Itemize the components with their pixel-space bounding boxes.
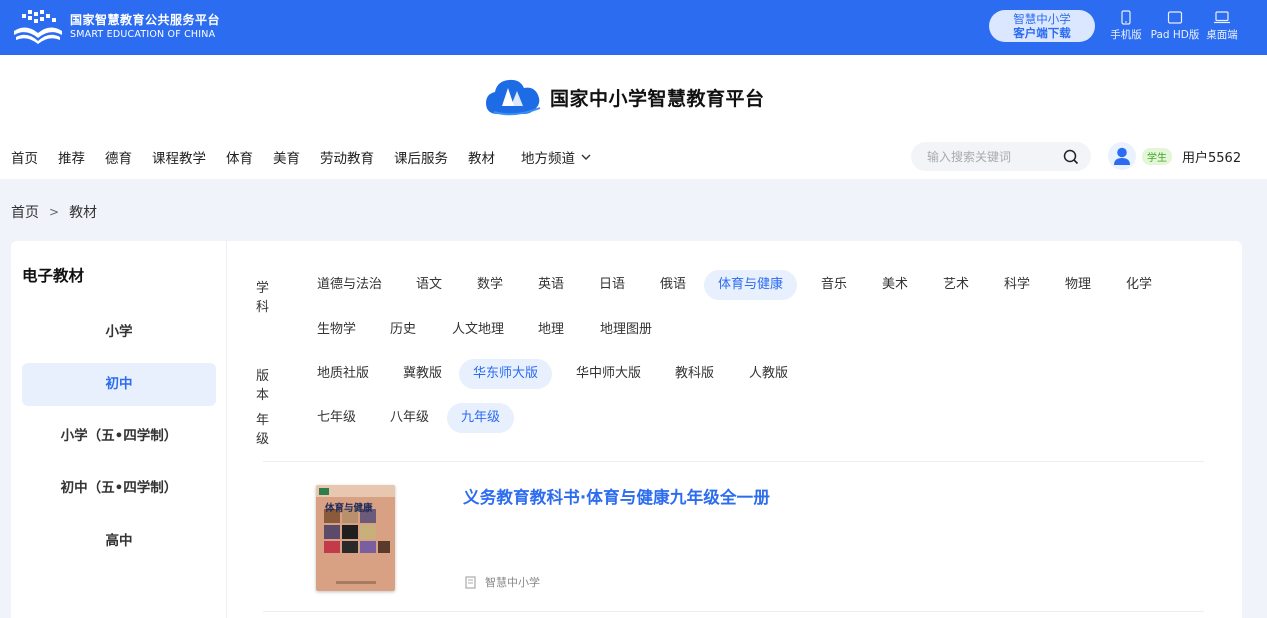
subject-option[interactable]: 生物学	[303, 315, 370, 345]
cloud-logo-icon	[486, 79, 541, 116]
breadcrumb-separator: >	[49, 205, 60, 219]
nav-home[interactable]: 首页	[11, 147, 38, 167]
subject-option[interactable]: 化学	[1112, 270, 1166, 300]
main-header: 国家中小学智慧教育平台 首页 推荐 德育 课程教学 体育 美育 劳动教育 课后服…	[0, 55, 1267, 179]
subject-option[interactable]: 数学	[463, 270, 517, 300]
username[interactable]: 用户5562	[1182, 147, 1241, 166]
device-pad-label: Pad HD版	[1150, 29, 1200, 41]
avatar[interactable]	[1108, 142, 1136, 170]
book-source-label: 智慧中小学	[485, 576, 540, 589]
sidebar-item-primary[interactable]: 小学	[22, 311, 216, 354]
grade-option[interactable]: 八年级	[376, 403, 443, 433]
device-desktop-label: 桌面端	[1206, 29, 1238, 41]
list-divider-bottom	[263, 611, 1204, 612]
edition-option[interactable]: 地质社版	[303, 359, 383, 389]
sidebar: 电子教材 小学 初中 小学（五•四学制） 初中（五•四学制） 高中	[11, 241, 227, 618]
sidebar-item-junior-high[interactable]: 初中	[22, 363, 216, 406]
platform-title: 国家中小学智慧教育平台	[550, 87, 765, 110]
subject-option-active[interactable]: 体育与健康	[704, 270, 798, 300]
search-box	[911, 142, 1091, 171]
subject-option[interactable]: 日语	[585, 270, 639, 300]
nav-aesthetic-education[interactable]: 美育	[273, 147, 300, 167]
textbook-panel: 电子教材 小学 初中 小学（五•四学制） 初中（五•四学制） 高中 学科 道德与…	[11, 241, 1242, 618]
book-cover-title: 体育与健康	[325, 503, 373, 514]
client-download-button[interactable]: 智慧中小学 客户端下载	[989, 10, 1095, 42]
subject-label: 学科	[256, 281, 270, 315]
subject-option[interactable]: 地理	[524, 315, 578, 345]
edition-option-active[interactable]: 华东师大版	[459, 359, 553, 389]
edition-label: 版本	[256, 369, 270, 403]
user-icon	[1114, 147, 1130, 165]
edition-option[interactable]: 教科版	[661, 359, 728, 389]
subject-option[interactable]: 美术	[868, 270, 922, 300]
subject-option[interactable]: 语文	[402, 270, 456, 300]
download-line-1: 智慧中小学	[1013, 12, 1071, 26]
grade-option-active[interactable]: 九年级	[447, 403, 515, 433]
main-nav: 首页 推荐 德育 课程教学 体育 美育 劳动教育 课后服务 教材 地方频道	[11, 147, 613, 167]
device-mobile-label: 手机版	[1110, 29, 1142, 41]
device-pad[interactable]: Pad HD版	[1148, 10, 1202, 42]
device-desktop[interactable]: 桌面端	[1204, 10, 1240, 42]
nav-recommend[interactable]: 推荐	[58, 147, 85, 167]
sidebar-item-primary-54[interactable]: 小学（五•四学制）	[22, 415, 216, 458]
logo-title-cn: 国家智慧教育公共服务平台	[70, 13, 221, 27]
logo-text: 国家智慧教育公共服务平台 SMART EDUCATION OF CHINA	[70, 13, 220, 41]
subject-option[interactable]: 人文地理	[438, 315, 518, 345]
chevron-down-icon	[581, 154, 591, 160]
subject-option[interactable]: 艺术	[929, 270, 983, 300]
search-icon[interactable]	[1063, 149, 1079, 165]
nav-sports[interactable]: 体育	[226, 147, 253, 167]
phone-icon	[1121, 10, 1131, 25]
subject-option[interactable]: 英语	[524, 270, 578, 300]
site-logo[interactable]: 国家智慧教育公共服务平台 SMART EDUCATION OF CHINA	[12, 8, 220, 46]
subject-option[interactable]: 历史	[376, 315, 430, 345]
nav-textbooks[interactable]: 教材	[468, 147, 495, 167]
nav-after-school[interactable]: 课后服务	[394, 147, 448, 167]
tablet-icon	[1167, 11, 1183, 24]
subject-option[interactable]: 地理图册	[586, 315, 666, 345]
breadcrumb: 首页 > 教材	[11, 202, 97, 222]
book-icon	[465, 575, 476, 589]
subject-option[interactable]: 科学	[990, 270, 1044, 300]
sidebar-item-junior-high-54[interactable]: 初中（五•四学制）	[22, 467, 216, 510]
grade-option[interactable]: 七年级	[303, 403, 370, 433]
list-divider-top	[263, 461, 1204, 462]
edition-option[interactable]: 冀教版	[389, 359, 456, 389]
grade-label: 年级	[256, 413, 270, 447]
breadcrumb-current: 教材	[69, 205, 98, 221]
sidebar-title: 电子教材	[22, 267, 85, 285]
device-mobile[interactable]: 手机版	[1108, 10, 1144, 42]
book-source: 智慧中小学	[465, 574, 540, 590]
subject-option[interactable]: 俄语	[646, 270, 700, 300]
edition-option[interactable]: 华中师大版	[562, 359, 655, 389]
nav-local-channel[interactable]: 地方频道	[521, 147, 593, 167]
subject-option[interactable]: 音乐	[807, 270, 861, 300]
breadcrumb-home[interactable]: 首页	[11, 202, 39, 222]
nav-labor-education[interactable]: 劳动教育	[320, 147, 374, 167]
subject-option[interactable]: 物理	[1051, 270, 1105, 300]
logo-title-en: SMART EDUCATION OF CHINA	[70, 29, 216, 40]
role-badge: 学生	[1142, 148, 1172, 165]
laptop-icon	[1214, 11, 1230, 24]
top-bar: 国家智慧教育公共服务平台 SMART EDUCATION OF CHINA 智慧…	[0, 0, 1267, 55]
book-cover[interactable]: 体育与健康	[316, 485, 395, 591]
platform-brand[interactable]: 国家中小学智慧教育平台	[484, 77, 765, 117]
smart-education-logo-icon	[14, 10, 62, 44]
subject-option[interactable]: 道德与法治	[303, 270, 396, 300]
book-title[interactable]: 义务教育教科书·体育与健康九年级全一册	[463, 484, 770, 508]
search-input[interactable]	[927, 149, 1057, 164]
nav-moral-education[interactable]: 德育	[105, 147, 132, 167]
nav-course-teaching[interactable]: 课程教学	[152, 147, 206, 167]
sidebar-item-senior-high[interactable]: 高中	[22, 520, 216, 563]
download-line-2: 客户端下载	[1013, 26, 1071, 40]
nav-local-channel-label: 地方频道	[521, 151, 575, 167]
edition-option[interactable]: 人教版	[735, 359, 802, 389]
